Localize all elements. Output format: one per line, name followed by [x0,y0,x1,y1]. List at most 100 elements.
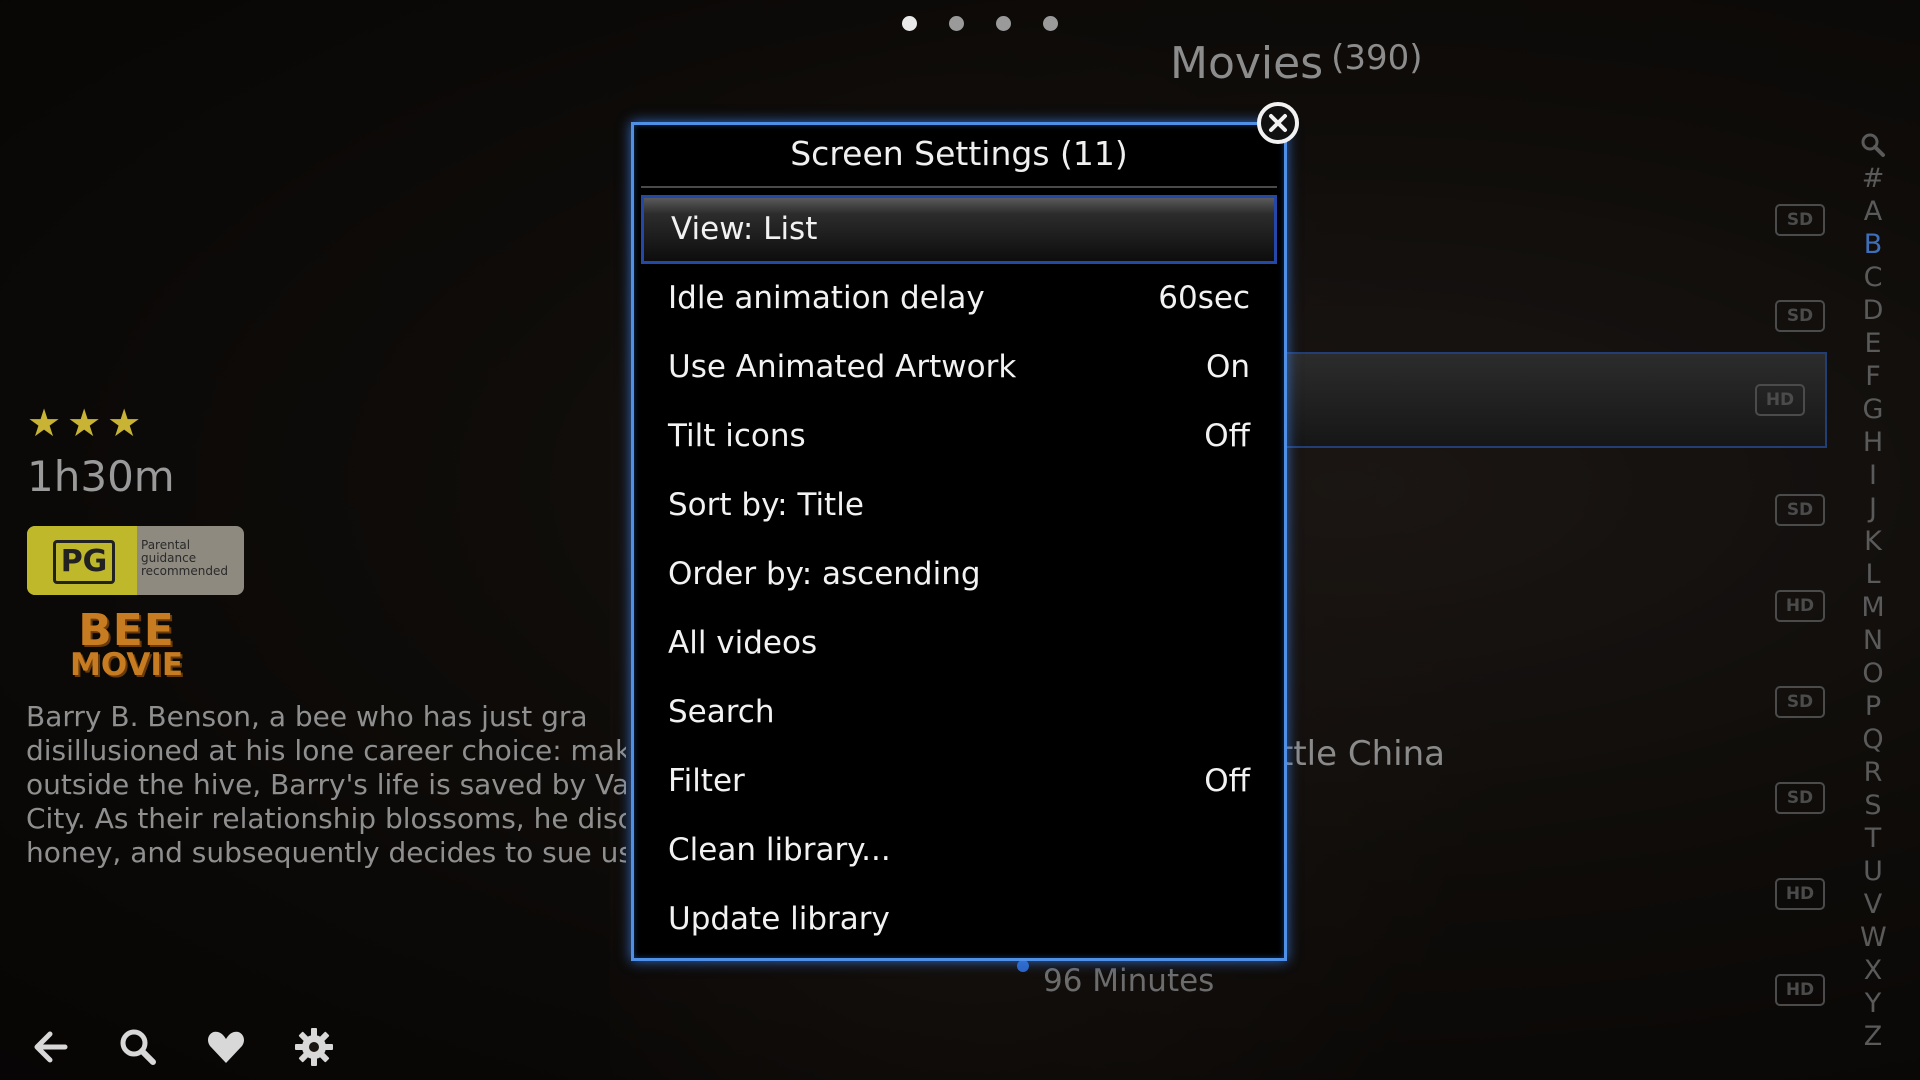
alphabet-letter[interactable]: U [1860,855,1886,888]
alphabet-letter[interactable]: I [1860,459,1886,492]
list-item[interactable]: HD [1280,962,1825,1016]
content-rating-badge: PG Parental guidance recommended [27,526,244,595]
heart-icon[interactable] [206,1027,246,1067]
plot-summary: Barry B. Benson, a bee who has just gra d… [26,700,626,870]
section-title-label: Movies [1170,38,1324,89]
menu-item-label: Idle animation delay [668,280,985,316]
runtime: 1h30m [27,452,175,501]
settings-menu-item[interactable]: Filter Off [641,747,1277,816]
menu-item-label: Tilt icons [668,418,806,454]
list-item[interactable]: SD [1280,288,1825,342]
page-dot[interactable] [996,16,1011,31]
alphabet-letter[interactable]: X [1860,954,1886,987]
settings-menu-item[interactable]: Sort by: Title [641,471,1277,540]
star-icon: ★ [107,401,142,445]
alphabet-letter[interactable]: T [1860,822,1886,855]
alphabet-letter[interactable]: R [1860,756,1886,789]
alphabet-letter[interactable]: D [1860,294,1886,327]
menu-item-label: Update library [668,901,890,937]
search-icon[interactable] [118,1027,158,1067]
list-item[interactable]: HD [1280,866,1825,920]
bottom-nav [30,1027,334,1067]
movie-logo: BEE MOVIE [70,605,183,683]
alphabet-letter[interactable]: F [1860,360,1886,393]
list-item[interactable]: HD [1280,578,1825,632]
alphabet-letter[interactable]: P [1860,690,1886,723]
alphabet-letter[interactable]: W [1860,921,1887,954]
page-dot[interactable] [1043,16,1058,31]
alphabet-letter[interactable]: Z [1860,1020,1886,1053]
settings-menu-item[interactable]: Tilt icons Off [641,402,1277,471]
alphabet-letter[interactable]: S [1860,789,1886,822]
alphabet-letter[interactable]: H [1860,426,1886,459]
menu-item-label: Search [668,694,775,730]
alphabet-letter[interactable]: B [1860,228,1886,261]
quality-badge: HD [1775,974,1825,1006]
back-arrow-icon[interactable] [30,1027,70,1067]
plot-line: Barry B. Benson, a bee who has just gra [26,700,588,733]
menu-item-value: Off [1204,763,1250,799]
quality-badge: SD [1775,494,1825,526]
page-dot[interactable] [949,16,964,31]
plot-line: honey, and subsequently decides to sue u… [26,836,626,869]
menu-item-label: Sort by: Title [668,487,864,523]
settings-menu-item[interactable]: Idle animation delay 60sec [641,264,1277,333]
settings-menu-item[interactable]: All videos [641,609,1277,678]
alphabet-letter[interactable]: Q [1860,723,1886,756]
alphabet-letter[interactable]: O [1860,657,1886,690]
alphabet-letter[interactable]: J [1860,492,1886,525]
alphabet-jump-bar: # A B C D E F G H I J K L M N O P Q R S T U V W X Y Z [1860,132,1887,1053]
section-title: Movies (390) [1170,38,1423,89]
settings-menu-item[interactable]: Clean library... [641,816,1277,885]
star-icon: ★ [27,401,62,445]
settings-menu-item[interactable]: Update library [641,885,1277,954]
alphabet-letter[interactable]: # [1860,162,1886,195]
search-icon[interactable] [1860,132,1886,158]
quality-badge: HD [1755,384,1805,416]
close-button[interactable] [1257,102,1299,144]
plot-line: disillusioned at his lone career choice:… [26,734,626,767]
menu-item-value: 60sec [1158,280,1250,316]
plot-line: outside the hive, Barry's life is saved … [26,768,626,801]
settings-menu-item[interactable]: Search [641,678,1277,747]
alphabet-letter[interactable]: Y [1860,987,1886,1020]
menu-item-label: Order by: ascending [668,556,981,592]
alphabet-letter[interactable]: A [1860,195,1886,228]
quality-badge: SD [1775,300,1825,332]
alphabet-letter[interactable]: G [1860,393,1886,426]
alphabet-letter[interactable]: N [1860,624,1886,657]
menu-item-label: All videos [668,625,818,661]
dialog-title: Screen Settings (11) [790,134,1128,173]
settings-menu-item[interactable]: Order by: ascending [641,540,1277,609]
list-item[interactable]: SD [1280,192,1825,246]
runtime-minutes: 96 Minutes [1043,963,1215,999]
quality-badge: SD [1775,686,1825,718]
list-item[interactable]: SD [1280,482,1825,536]
close-icon [1269,114,1287,132]
rating-code: PG [53,540,115,584]
menu-item-label: Clean library... [668,832,891,868]
logo-line-1: BEE [78,605,175,656]
list-item[interactable]: SD [1280,674,1825,728]
gear-icon[interactable] [294,1027,334,1067]
star-rating: ★ ★ ★ [27,403,141,443]
menu-item-value: On [1205,349,1250,385]
plot-line: City. As their relationship blossoms, he… [26,802,626,835]
list-item[interactable]: SD [1280,770,1825,824]
alphabet-letter[interactable]: E [1860,327,1886,360]
settings-menu: View: List Idle animation delay 60sec Use A… [641,195,1277,954]
dialog-divider [641,186,1277,188]
screen-settings-dialog: Screen Settings (11) View: List Idle anim… [631,122,1287,961]
settings-menu-item[interactable]: View: List [641,195,1277,264]
list-item[interactable]: HD [1255,352,1827,448]
alphabet-letter[interactable]: M [1860,591,1886,624]
settings-menu-item[interactable]: Use Animated Artwork On [641,333,1277,402]
list-item-title: ttle China [1280,734,1445,774]
alphabet-letter[interactable]: C [1860,261,1886,294]
alphabet-letter[interactable]: L [1860,558,1886,591]
page-dot[interactable] [902,16,917,31]
alphabet-letter[interactable]: V [1860,888,1886,921]
quality-badge: HD [1775,590,1825,622]
watched-indicator [1017,960,1029,972]
alphabet-letter[interactable]: K [1860,525,1886,558]
